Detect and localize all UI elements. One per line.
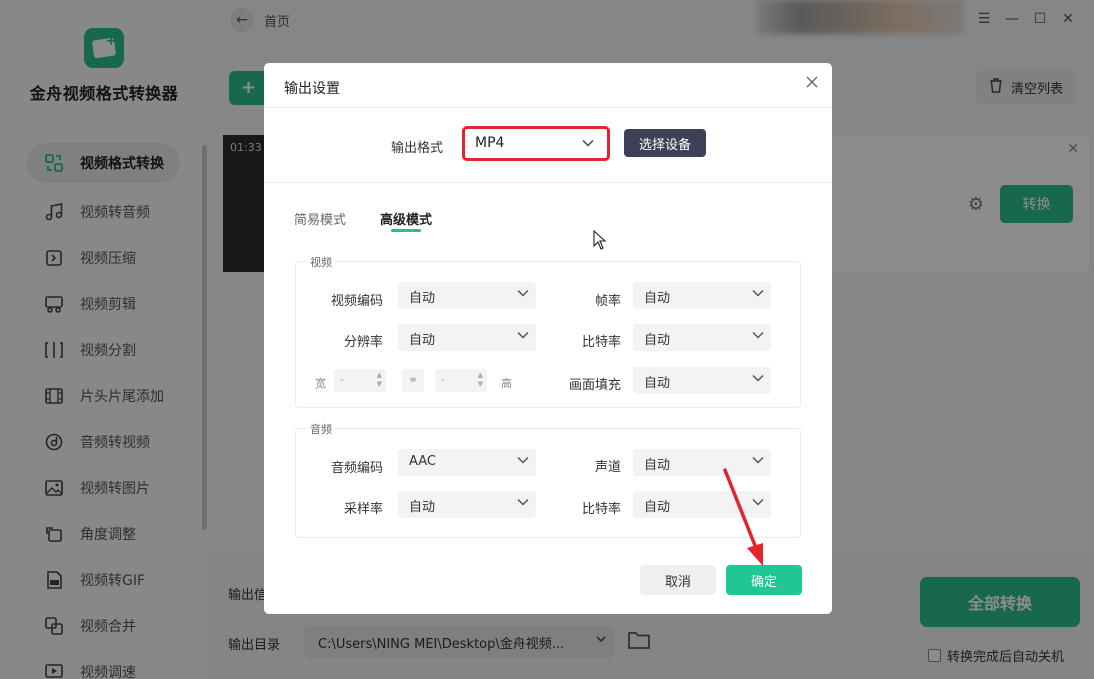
resolution-value: 自动 xyxy=(409,333,436,348)
chevron-down-icon xyxy=(751,328,765,346)
stepper-arrows-icon[interactable]: ▲ ▼ xyxy=(478,371,483,389)
width-value: - xyxy=(340,373,344,386)
audio-codec-value: AAC xyxy=(409,454,436,469)
divider xyxy=(264,182,832,183)
video-codec-label: 视频编码 xyxy=(330,294,383,309)
output-format-value: MP4 xyxy=(475,135,505,151)
samplerate-label: 采样率 xyxy=(343,502,383,517)
chevron-down-icon xyxy=(751,286,765,304)
audio-settings-group: 音频 音频编码 AAC 声道 自动 采样率 自动 比特率 自动 xyxy=(295,421,801,538)
audio-bitrate-label: 比特率 xyxy=(581,502,621,517)
width-label: 宽 xyxy=(315,377,326,390)
audio-bitrate-select[interactable]: 自动 xyxy=(633,491,771,518)
active-tab-indicator xyxy=(391,229,421,232)
output-format-label: 输出格式 xyxy=(391,141,444,156)
confirm-button[interactable]: 确定 xyxy=(726,565,802,595)
audio-codec-select[interactable]: AAC xyxy=(398,449,536,476)
tab-simple-mode[interactable]: 简易模式 xyxy=(294,209,346,228)
link-ratio-icon[interactable]: ⚭ xyxy=(402,369,424,392)
audio-codec-label: 音频编码 xyxy=(330,461,383,476)
cancel-button[interactable]: 取消 xyxy=(640,565,716,595)
video-settings-group: 视频 视频编码 自动 帧率 自动 分辨率 自动 比特率 自动 宽 - ▲ ▼ ⚭ … xyxy=(295,254,801,408)
fill-value: 自动 xyxy=(644,376,671,391)
tab-advanced-mode[interactable]: 高级模式 xyxy=(380,209,432,228)
output-settings-dialog: 输出设置 输出格式 MP4 选择设备 简易模式 高级模式 视频 视频编码 自动 … xyxy=(264,63,832,614)
audio-bitrate-value: 自动 xyxy=(644,500,671,515)
stepper-arrows-icon[interactable]: ▲ ▼ xyxy=(377,371,382,389)
height-value: - xyxy=(441,373,445,386)
audio-group-title: 音频 xyxy=(308,421,334,437)
framerate-value: 自动 xyxy=(644,291,671,306)
mouse-cursor-icon xyxy=(593,230,607,250)
samplerate-select[interactable]: 自动 xyxy=(398,491,536,518)
dialog-title: 输出设置 xyxy=(284,81,340,97)
video-bitrate-value: 自动 xyxy=(644,333,671,348)
chevron-down-icon xyxy=(516,495,530,513)
framerate-label: 帧率 xyxy=(594,294,621,309)
video-codec-value: 自动 xyxy=(409,291,436,306)
video-group-title: 视频 xyxy=(308,254,334,270)
fill-select[interactable]: 自动 xyxy=(633,367,771,394)
chevron-down-icon xyxy=(751,453,765,471)
chevron-down-icon xyxy=(516,286,530,304)
video-bitrate-select[interactable]: 自动 xyxy=(633,324,771,351)
channel-select[interactable]: 自动 xyxy=(633,449,771,476)
height-label: 高 xyxy=(501,377,512,390)
resolution-label: 分辨率 xyxy=(343,335,383,350)
output-format-select[interactable]: MP4 xyxy=(462,126,610,161)
height-input[interactable]: - ▲ ▼ xyxy=(435,369,487,392)
close-icon[interactable] xyxy=(804,75,820,91)
framerate-select[interactable]: 自动 xyxy=(633,282,771,309)
chevron-down-icon xyxy=(751,371,765,389)
video-codec-select[interactable]: 自动 xyxy=(398,282,536,309)
chevron-down-icon xyxy=(516,453,530,471)
video-bitrate-label: 比特率 xyxy=(581,335,621,350)
samplerate-value: 自动 xyxy=(409,500,436,515)
chevron-down-icon xyxy=(516,328,530,346)
resolution-select[interactable]: 自动 xyxy=(398,324,536,351)
chevron-down-icon xyxy=(581,136,595,154)
width-input[interactable]: - ▲ ▼ xyxy=(334,369,386,392)
chevron-down-icon xyxy=(751,495,765,513)
channel-value: 自动 xyxy=(644,458,671,473)
select-device-button[interactable]: 选择设备 xyxy=(624,129,706,157)
divider xyxy=(264,107,832,108)
fill-label: 画面填充 xyxy=(568,378,621,393)
channel-label: 声道 xyxy=(594,460,621,475)
